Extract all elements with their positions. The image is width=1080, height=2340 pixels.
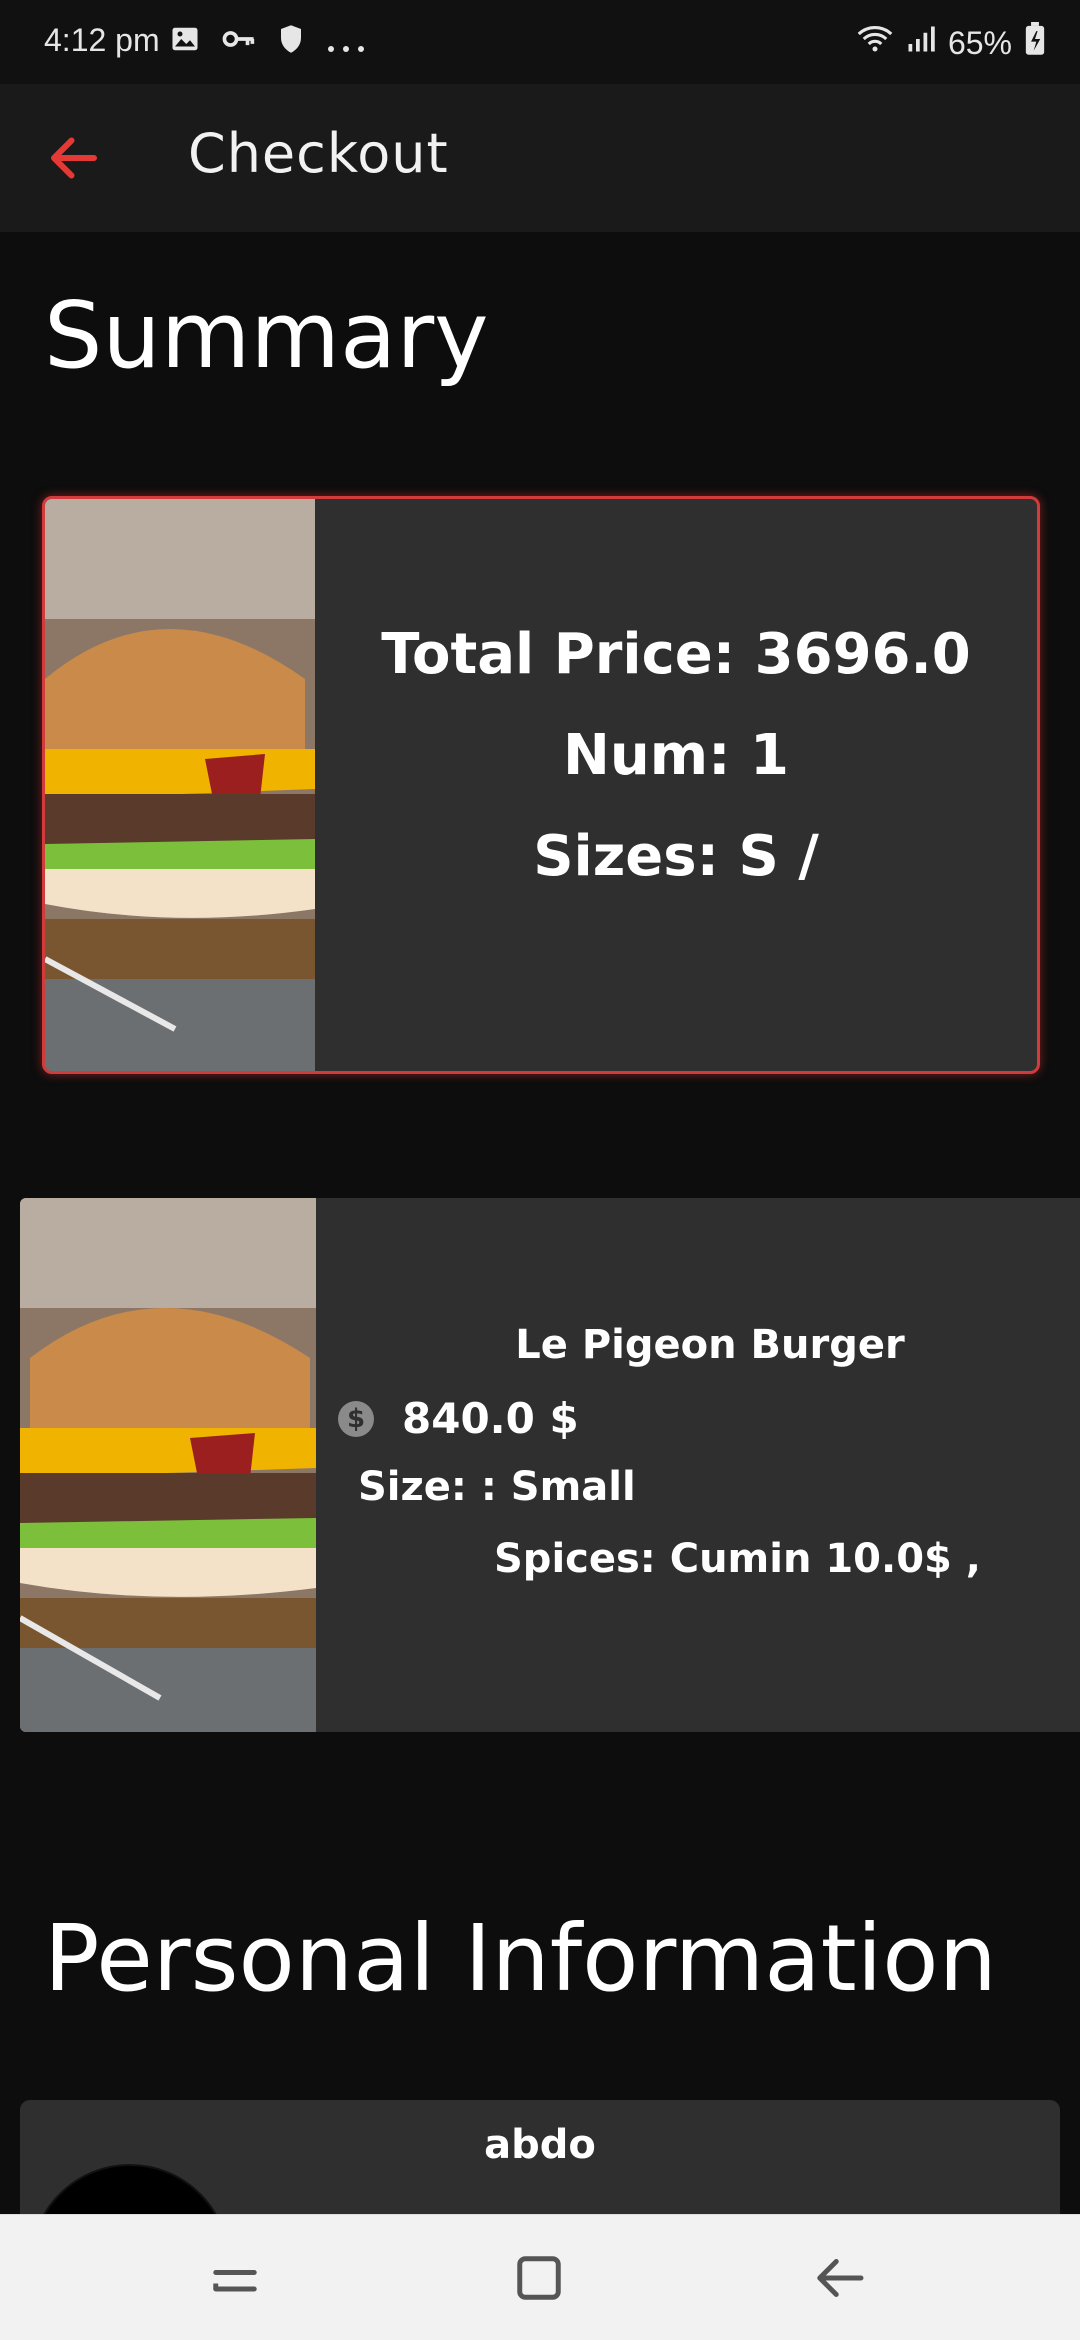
summary-info: Total Price: 3696.0 Num: 1 Sizes: S / <box>315 499 1037 1071</box>
item-spices: Spices: Cumin 10.0$ , <box>494 1536 981 1582</box>
sizes-text: Sizes: S / <box>533 823 819 889</box>
signal-icon <box>906 24 936 62</box>
dollar-coin-icon: $ <box>338 1400 374 1437</box>
burger-image <box>20 1198 316 1732</box>
num-text: Num: 1 <box>563 722 789 788</box>
total-price-text: Total Price: 3696.0 <box>381 621 971 687</box>
status-bar: 4:12 pm 65% <box>0 0 1080 84</box>
recent-apps-button[interactable] <box>202 2245 268 2311</box>
arrow-back-icon <box>51 137 97 179</box>
status-time: 4:12 pm <box>44 22 160 58</box>
battery-icon <box>1024 22 1046 64</box>
back-icon <box>817 2259 864 2297</box>
summary-heading: Summary <box>44 282 489 389</box>
order-item-card[interactable]: Le Pigeon Burger $ 840.0 $ Size: : Small… <box>20 1198 1080 1732</box>
burger-image <box>45 499 315 1071</box>
personal-info-heading: Personal Information <box>44 1905 997 2012</box>
item-price: 840.0 $ <box>402 1394 579 1443</box>
shield-icon <box>278 24 304 62</box>
more-dots-icon <box>326 25 366 62</box>
nav-back-button[interactable] <box>806 2245 872 2311</box>
app-bar: Checkout <box>0 84 1080 232</box>
back-button[interactable] <box>44 128 104 188</box>
battery-percent: 65% <box>947 24 1012 61</box>
wifi-icon <box>856 24 894 62</box>
user-name: abdo <box>484 2122 596 2168</box>
page-title: Checkout <box>188 122 449 185</box>
key-icon <box>222 24 256 62</box>
checkout-screen: 4:12 pm 65% Checkout Summary Total Price… <box>0 0 1080 2340</box>
home-icon <box>517 2256 561 2300</box>
status-right: 65% <box>856 22 1046 64</box>
item-name: Le Pigeon Burger <box>515 1322 905 1368</box>
item-size: Size: : Small <box>358 1464 636 1510</box>
image-icon <box>170 24 200 62</box>
home-button[interactable] <box>506 2245 572 2311</box>
recent-apps-icon <box>213 2270 257 2292</box>
summary-card[interactable]: Total Price: 3696.0 Num: 1 Sizes: S / <box>42 496 1040 1074</box>
status-left-icons <box>170 24 366 62</box>
item-price-row: $ 840.0 $ <box>338 1394 579 1443</box>
system-nav-bar <box>0 2214 1080 2340</box>
